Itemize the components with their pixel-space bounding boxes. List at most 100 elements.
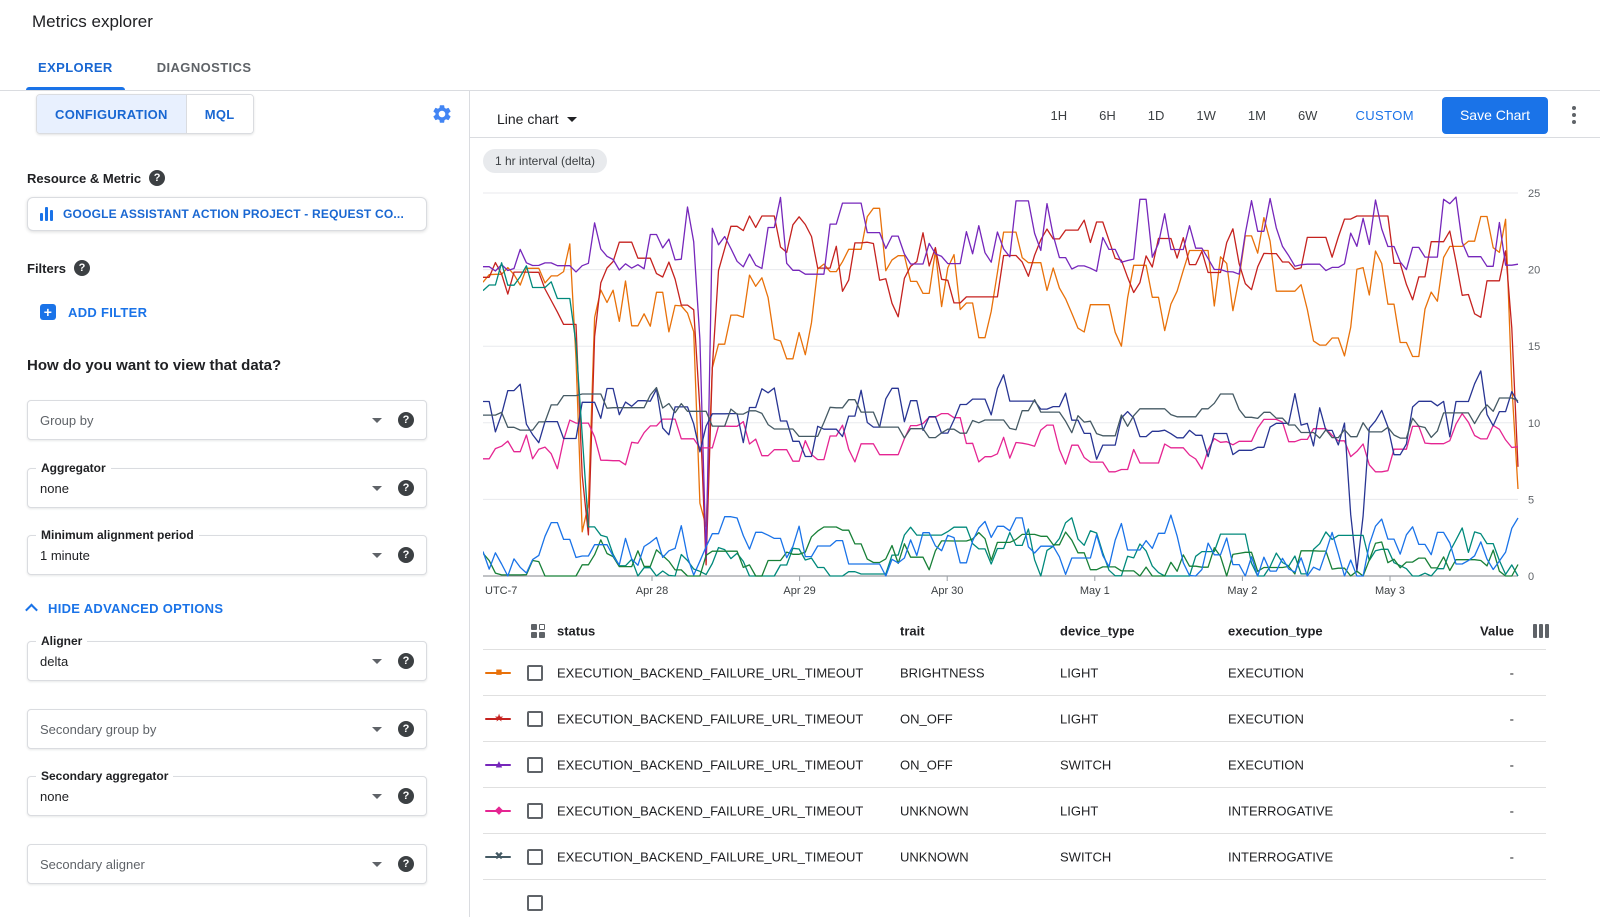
metrics-line-chart[interactable]: 0510152025UTC-7Apr 28Apr 29Apr 30May 1Ma… xyxy=(483,183,1563,607)
help-icon[interactable] xyxy=(149,170,165,186)
save-chart-button[interactable]: Save Chart xyxy=(1442,97,1548,134)
aggregator-label: Aggregator xyxy=(36,461,111,475)
table-row[interactable]: ▲ EXECUTION_BACKEND_FAILURE_URL_TIMEOUT … xyxy=(483,742,1600,788)
resource-metric-section: Resource & Metric xyxy=(27,170,165,186)
legend-toggle-icon[interactable] xyxy=(531,624,545,638)
add-filter-label: ADD FILTER xyxy=(68,305,147,320)
cell-device-type: LIGHT xyxy=(1060,666,1098,681)
cell-status: EXECUTION_BACKEND_FAILURE_URL_TIMEOUT xyxy=(557,666,863,681)
chart-canvas: 0510152025UTC-7Apr 28Apr 29Apr 30May 1Ma… xyxy=(483,183,1563,607)
help-icon[interactable] xyxy=(398,788,414,804)
series-marker: ✖ xyxy=(485,850,513,864)
chevron-down-icon xyxy=(372,862,382,867)
help-icon[interactable] xyxy=(74,260,90,276)
svg-text:Apr 29: Apr 29 xyxy=(783,585,815,597)
time-range-6h[interactable]: 6H xyxy=(1083,97,1132,133)
resource-metric-button[interactable]: GOOGLE ASSISTANT ACTION PROJECT - REQUES… xyxy=(27,197,427,231)
aligner-select[interactable]: Aligner delta xyxy=(27,641,427,681)
cell-value: - xyxy=(1510,758,1514,773)
row-checkbox[interactable] xyxy=(527,803,543,819)
resource-metric-label: Resource & Metric xyxy=(27,171,141,186)
table-row[interactable]: ◆ EXECUTION_BACKEND_FAILURE_URL_TIMEOUT … xyxy=(483,788,1600,834)
cell-trait: BRIGHTNESS xyxy=(900,666,985,681)
plus-icon xyxy=(40,304,56,320)
chevron-down-icon xyxy=(372,486,382,491)
table-row[interactable]: ■ EXECUTION_BACKEND_FAILURE_URL_TIMEOUT … xyxy=(483,650,1600,696)
cell-trait: ON_OFF xyxy=(900,712,953,727)
help-icon[interactable] xyxy=(398,721,414,737)
cell-status: EXECUTION_BACKEND_FAILURE_URL_TIMEOUT xyxy=(557,712,863,727)
group-by-select[interactable]: Group by xyxy=(27,400,427,440)
chevron-down-icon xyxy=(372,553,382,558)
tab-explorer[interactable]: EXPLORER xyxy=(16,45,135,90)
tab-diagnostics-label: DIAGNOSTICS xyxy=(157,60,252,75)
cell-trait: ON_OFF xyxy=(900,758,953,773)
cell-value: - xyxy=(1510,712,1514,727)
column-header-value: Value xyxy=(1480,624,1514,639)
row-checkbox[interactable] xyxy=(527,665,543,681)
help-icon[interactable] xyxy=(398,856,414,872)
cell-device-type: LIGHT xyxy=(1060,804,1098,819)
svg-text:May 2: May 2 xyxy=(1227,585,1257,597)
help-icon[interactable] xyxy=(398,480,414,496)
cell-status: EXECUTION_BACKEND_FAILURE_URL_TIMEOUT xyxy=(557,850,863,865)
time-range-custom[interactable]: CUSTOM xyxy=(1339,97,1430,133)
table-row[interactable] xyxy=(483,880,1600,917)
chevron-down-icon xyxy=(372,794,382,799)
configuration-mode-button[interactable]: CONFIGURATION xyxy=(37,95,186,133)
table-row[interactable]: ✖ EXECUTION_BACKEND_FAILURE_URL_TIMEOUT … xyxy=(483,834,1600,880)
cell-status: EXECUTION_BACKEND_FAILURE_URL_TIMEOUT xyxy=(557,804,863,819)
min-alignment-period-select[interactable]: Minimum alignment period 1 minute xyxy=(27,535,427,575)
help-icon[interactable] xyxy=(398,412,414,428)
svg-text:15: 15 xyxy=(1528,341,1540,353)
secondary-aligner-value: Secondary aligner xyxy=(40,857,372,872)
tab-diagnostics[interactable]: DIAGNOSTICS xyxy=(135,45,274,90)
series-marker: ◆ xyxy=(485,804,513,818)
view-data-question: How do you want to view that data? xyxy=(27,357,281,374)
svg-text:Apr 30: Apr 30 xyxy=(931,585,963,597)
min-alignment-period-value: 1 minute xyxy=(40,548,372,563)
add-filter-button[interactable]: ADD FILTER xyxy=(40,304,147,320)
row-checkbox[interactable] xyxy=(527,849,543,865)
settings-gear-icon[interactable] xyxy=(431,103,453,125)
svg-text:May 1: May 1 xyxy=(1080,585,1110,597)
tab-explorer-label: EXPLORER xyxy=(38,60,113,75)
secondary-group-by-select[interactable]: Secondary group by xyxy=(27,709,427,749)
chevron-up-icon xyxy=(25,604,38,617)
cell-execution-type: INTERROGATIVE xyxy=(1228,804,1333,819)
min-alignment-period-label: Minimum alignment period xyxy=(36,528,199,542)
mql-mode-button[interactable]: MQL xyxy=(186,95,253,133)
secondary-aggregator-value: none xyxy=(40,789,372,804)
column-settings-icon[interactable] xyxy=(1533,624,1549,638)
time-range-1d[interactable]: 1D xyxy=(1132,97,1181,133)
cell-value: - xyxy=(1510,850,1514,865)
time-range-1w[interactable]: 1W xyxy=(1180,97,1232,133)
time-range-1h[interactable]: 1H xyxy=(1035,97,1084,133)
secondary-aggregator-label: Secondary aggregator xyxy=(36,769,173,783)
cell-execution-type: EXECUTION xyxy=(1228,712,1304,727)
table-row[interactable]: ★ EXECUTION_BACKEND_FAILURE_URL_TIMEOUT … xyxy=(483,696,1600,742)
more-options-icon[interactable] xyxy=(1562,103,1586,127)
metric-button-label: GOOGLE ASSISTANT ACTION PROJECT - REQUES… xyxy=(63,207,404,221)
series-marker: ★ xyxy=(485,712,513,726)
row-checkbox[interactable] xyxy=(527,711,543,727)
row-checkbox[interactable] xyxy=(527,757,543,773)
chart-type-dropdown[interactable]: Line chart xyxy=(497,101,577,137)
cell-status: EXECUTION_BACKEND_FAILURE_URL_TIMEOUT xyxy=(557,758,863,773)
hide-advanced-options-toggle[interactable]: HIDE ADVANCED OPTIONS xyxy=(27,601,223,616)
cell-device-type: LIGHT xyxy=(1060,712,1098,727)
secondary-aligner-select[interactable]: Secondary aligner xyxy=(27,844,427,884)
cell-device-type: SWITCH xyxy=(1060,850,1111,865)
row-checkbox[interactable] xyxy=(527,895,543,911)
aggregator-select[interactable]: Aggregator none xyxy=(27,468,427,508)
configuration-panel: CONFIGURATION MQL Resource & Metric GOOG… xyxy=(0,91,470,917)
help-icon[interactable] xyxy=(398,653,414,669)
series-legend-table: status trait device_type execution_type … xyxy=(483,612,1600,917)
time-range-1m[interactable]: 1M xyxy=(1232,97,1282,133)
time-range-6w[interactable]: 6W xyxy=(1282,97,1334,133)
secondary-aggregator-select[interactable]: Secondary aggregator none xyxy=(27,776,427,816)
help-icon[interactable] xyxy=(398,547,414,563)
time-range-toolbar: 1H 6H 1D 1W 1M 6W CUSTOM Save Chart xyxy=(1035,95,1586,135)
chart-type-label: Line chart xyxy=(497,111,558,127)
filters-label: Filters xyxy=(27,261,66,276)
